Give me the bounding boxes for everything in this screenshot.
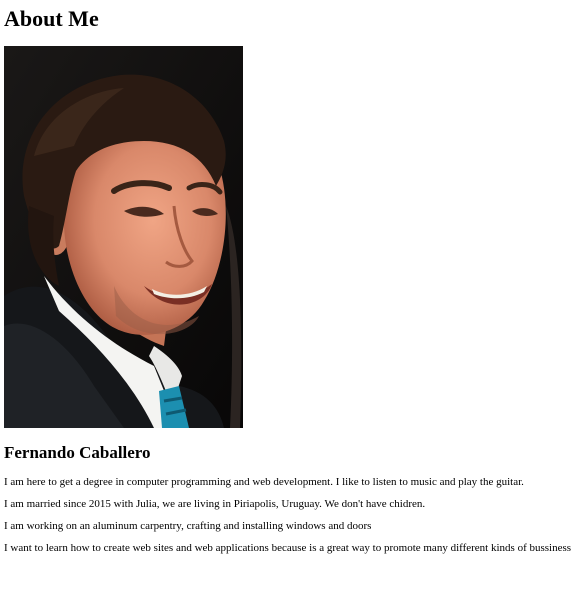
bio-paragraph-work: I am working on an aluminum carpentry, c…	[4, 520, 372, 532]
bio-paragraph-study: I am here to get a degree in computer pr…	[4, 476, 524, 488]
about-page: About Me Fernando Caballero I am here to…	[4, 0, 571, 554]
person-name: Fernando Caballero	[4, 443, 151, 462]
portrait-photo-icon	[4, 46, 243, 428]
profile-photo	[4, 46, 243, 428]
bio-paragraph-family: I am married since 2015 with Julia, we a…	[4, 498, 426, 510]
page-title: About Me	[4, 6, 99, 31]
bio-paragraph-goals: I want to learn how to create web sites …	[4, 542, 571, 554]
